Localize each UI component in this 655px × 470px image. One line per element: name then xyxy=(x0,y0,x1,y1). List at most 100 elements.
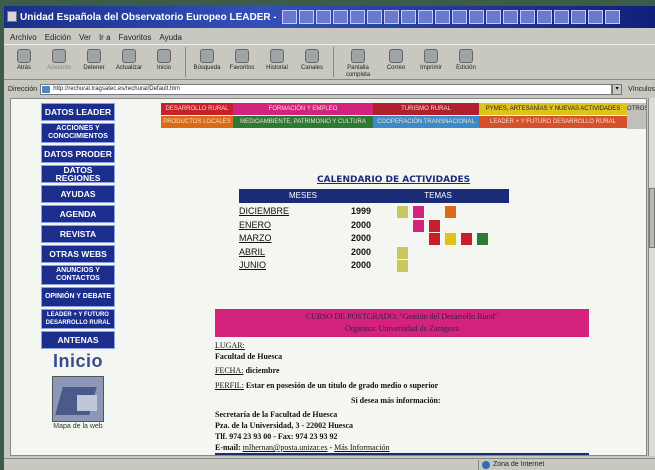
nav-button[interactable]: ANTENAS xyxy=(41,331,115,349)
toolbar-button-label: Inicio xyxy=(156,65,171,71)
taskbar-app-icon[interactable] xyxy=(299,10,314,24)
category-link[interactable]: LEADER + Y FUTURO DESARROLLO RURAL xyxy=(479,116,627,128)
category-link[interactable]: DESARROLLO RURAL xyxy=(161,103,233,115)
mail-icon xyxy=(389,49,403,63)
taskbar-app-icon[interactable] xyxy=(537,10,552,24)
category-link[interactable]: PRODUCTOS LOCALES xyxy=(161,116,233,128)
taskbar-app-icon[interactable] xyxy=(469,10,484,24)
calendar-year: 1999 xyxy=(351,206,372,216)
calendar-month-link[interactable]: ABRIL xyxy=(239,247,265,257)
taskbar-app-icon[interactable] xyxy=(571,10,586,24)
topic-square[interactable] xyxy=(477,233,488,245)
toolbar-button[interactable]: Búsqueda xyxy=(191,45,223,79)
vertical-scrollbar[interactable] xyxy=(648,98,655,456)
menu-item[interactable]: Ir a xyxy=(99,33,111,42)
nav-button[interactable]: DATOS REGIONES xyxy=(41,165,115,183)
topic-square[interactable] xyxy=(461,233,472,245)
taskbar-app-icon[interactable] xyxy=(350,10,365,24)
map-shape xyxy=(77,395,97,411)
calendar-month-link[interactable]: MARZO xyxy=(239,233,272,243)
taskbar-app-icon[interactable] xyxy=(384,10,399,24)
taskbar-app-icon[interactable] xyxy=(486,10,501,24)
toolbar-button[interactable]: Edición xyxy=(450,45,482,79)
calendar-title[interactable]: CALENDARIO DE ACTIVIDADES xyxy=(317,175,470,185)
toolbar-button[interactable]: Canales xyxy=(296,45,328,79)
nav-button[interactable]: ACCIONES Y CONOCIMIENTOS xyxy=(41,123,115,143)
taskbar-app-icon[interactable] xyxy=(282,10,297,24)
calendar-year: 2000 xyxy=(351,246,372,257)
toolbar-button[interactable]: Adelante xyxy=(43,45,75,79)
more-info-link[interactable]: Más Información xyxy=(334,443,389,452)
toolbar-button[interactable]: Pantalla completa xyxy=(339,45,377,79)
category-link[interactable]: FORMACIÓN Y EMPLEO xyxy=(233,103,373,115)
topic-square[interactable] xyxy=(445,206,456,218)
toolbar-button[interactable]: Imprimir xyxy=(415,45,447,79)
links-button[interactable]: Vínculos xyxy=(628,86,655,93)
nav-button[interactable]: LEADER + Y FUTURO DESARROLLO RURAL xyxy=(41,309,115,329)
calendar-month-link[interactable]: ENERO xyxy=(239,220,271,230)
address-dropdown-button[interactable]: ▾ xyxy=(612,83,623,95)
taskbar-app-icon[interactable] xyxy=(367,10,382,24)
nav-button[interactable]: DATOS LEADER xyxy=(41,103,115,121)
toolbar-separator xyxy=(185,47,186,77)
bottom-strip xyxy=(215,453,589,455)
menu-item[interactable]: Ver xyxy=(79,33,91,42)
topic-square[interactable] xyxy=(429,233,440,245)
toolbar-button[interactable]: Inicio xyxy=(148,45,180,79)
nav-button[interactable]: REVISTA xyxy=(41,225,115,243)
perfil-value: Estar en posesión de un título de grado … xyxy=(243,381,439,390)
taskbar-app-icon[interactable] xyxy=(554,10,569,24)
topic-square[interactable] xyxy=(445,233,456,245)
taskbar-app-icon[interactable] xyxy=(435,10,450,24)
category-link[interactable]: COOPERACIÓN TRANSNACIONAL xyxy=(373,116,479,128)
nav-button[interactable]: DATOS PRODER xyxy=(41,145,115,163)
nav-button[interactable]: AYUDAS xyxy=(41,185,115,203)
inicio-link[interactable]: Inicio xyxy=(41,351,115,372)
menu-item[interactable]: Favoritos xyxy=(119,33,152,42)
site-map-image[interactable] xyxy=(52,376,104,422)
taskbar-app-icon[interactable] xyxy=(605,10,620,24)
taskbar-app-icon[interactable] xyxy=(316,10,331,24)
category-link[interactable]: PYMES, ARTESANÍAS Y NUEVAS ACTIVIDADES xyxy=(479,103,627,115)
address-bar: Dirección http://rechural.tragsatec.es/r… xyxy=(4,82,655,96)
toolbar-button[interactable]: Favoritos xyxy=(226,45,258,79)
email-row: E-mail: mlhernan@posta.unizar.es - Más I… xyxy=(215,443,390,452)
topic-square[interactable] xyxy=(429,219,440,232)
toolbar-button[interactable]: Atrás xyxy=(8,45,40,79)
taskbar-app-icon[interactable] xyxy=(503,10,518,24)
nav-button[interactable]: OPINIÓN Y DEBATE xyxy=(41,287,115,307)
email-link[interactable]: mlhernan@posta.unizar.es xyxy=(243,443,328,452)
scroll-thumb[interactable] xyxy=(649,188,655,248)
topic-square[interactable] xyxy=(397,246,408,259)
calendar-month-link[interactable]: DICIEMBRE xyxy=(239,206,289,216)
nav-button[interactable]: AGENDA xyxy=(41,205,115,223)
category-link[interactable]: TURISMO RURAL xyxy=(373,103,479,115)
menu-item[interactable]: Archivo xyxy=(10,33,37,42)
taskbar-app-icon[interactable] xyxy=(418,10,433,24)
category-link[interactable]: OTROS xyxy=(627,103,646,129)
taskbar-app-icon[interactable] xyxy=(401,10,416,24)
nav-button[interactable]: OTRAS WEBS xyxy=(41,245,115,263)
topic-square[interactable] xyxy=(413,219,424,232)
toolbar-button[interactable]: Correo xyxy=(380,45,412,79)
taskbar-app-icon[interactable] xyxy=(520,10,535,24)
nav-button[interactable]: ANUNCIOS Y CONTACTOS xyxy=(41,265,115,285)
topic-square[interactable] xyxy=(397,260,408,272)
menu-item[interactable]: Ayuda xyxy=(159,33,182,42)
taskbar-app-icon[interactable] xyxy=(588,10,603,24)
category-link[interactable]: MEDIOAMBIENTE, PATRIMONIO Y CULTURA xyxy=(233,116,373,128)
taskbar-app-icon[interactable] xyxy=(333,10,348,24)
calendar-month-link[interactable]: JUNIO xyxy=(239,260,266,270)
address-input[interactable]: http://rechural.tragsatec.es/rechural/De… xyxy=(40,83,613,95)
taskbar-app-icon[interactable] xyxy=(452,10,467,24)
fecha-row: FECHA: diciembre xyxy=(215,366,280,375)
toolbar-button[interactable]: Detener xyxy=(78,45,110,79)
topic-square[interactable] xyxy=(397,206,408,218)
toolbar-button[interactable]: Actualizar xyxy=(113,45,145,79)
toolbar-button[interactable]: Historial xyxy=(261,45,293,79)
menu-item[interactable]: Edición xyxy=(45,33,71,42)
site-map-label[interactable]: Mapa de la web xyxy=(41,423,115,430)
topic-square[interactable] xyxy=(413,206,424,218)
course-title: CURSO DE POSTGRADO: "Gestión del Desarro… xyxy=(305,312,499,321)
stop-icon xyxy=(87,49,101,63)
